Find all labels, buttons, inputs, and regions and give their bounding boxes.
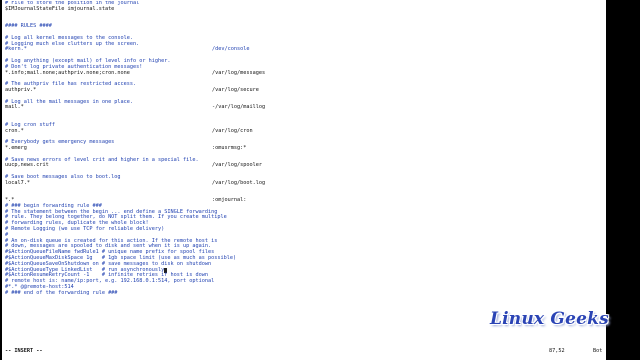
vim-editor[interactable]: # File to store the position in the jour… xyxy=(2,0,606,360)
line-text: $IMJournalStateFile imjournal.state xyxy=(5,5,115,12)
screen-frame: # File to store the position in the jour… xyxy=(0,0,640,360)
vim-status-bar: -- INSERT -- 87,52 Bot xyxy=(5,348,603,355)
linux-geeks-watermark: Linux Geeks xyxy=(490,309,609,329)
line-text: # Don't log private authentication messa… xyxy=(5,63,143,70)
line-text: # Log cron stuff xyxy=(5,121,55,128)
line-text: # Save boot messages also to boot.log xyxy=(5,173,121,180)
insert-mode-indicator: -- INSERT -- xyxy=(5,348,43,354)
line-text: # Log all the mail messages in one place… xyxy=(5,98,134,105)
line-text: #### RULES #### xyxy=(5,23,52,30)
cursor-position: 87,52 xyxy=(549,348,565,354)
line-text: # Remote Logging (we use TCP for reliabl… xyxy=(5,226,165,233)
scroll-position: Bot xyxy=(593,348,603,354)
editor-comment-line[interactable]: # ### end of the forwarding rule ### xyxy=(5,289,603,297)
editor-text-area[interactable]: # File to store the position in the jour… xyxy=(5,1,603,343)
line-text: # ### end of the forwarding rule ### xyxy=(5,289,118,296)
